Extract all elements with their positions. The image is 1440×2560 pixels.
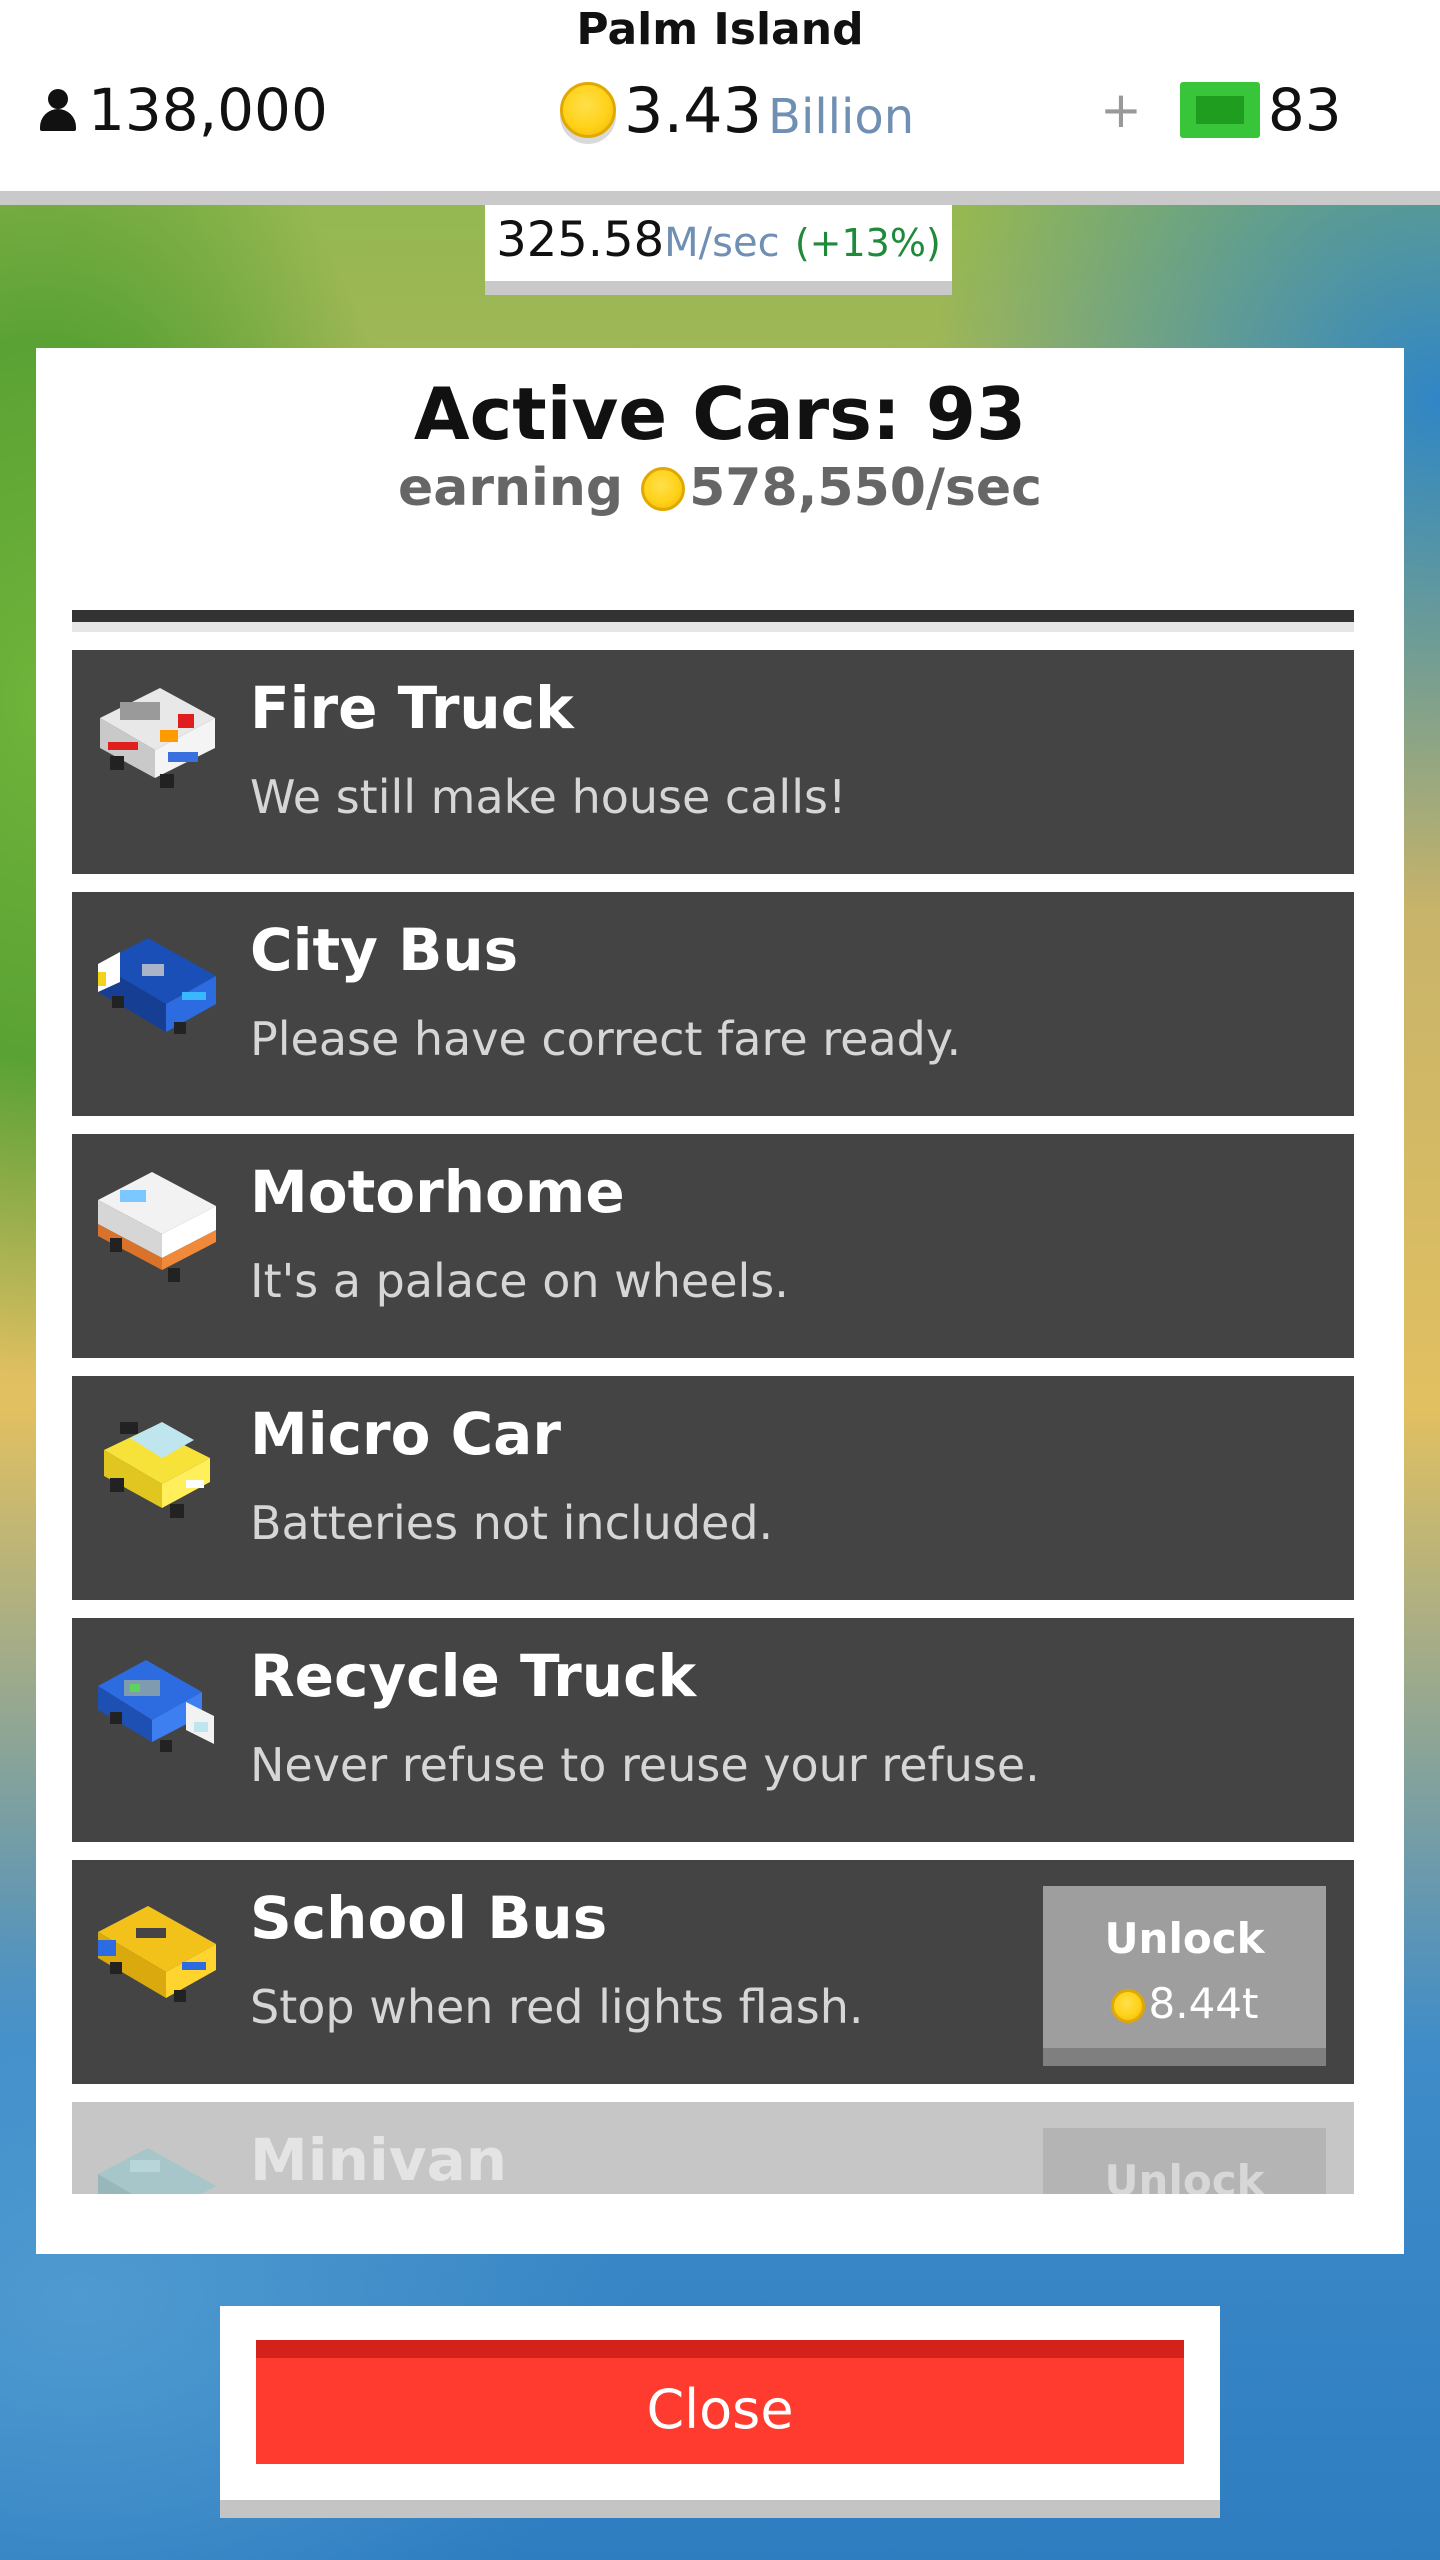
- city-bus-icon: [98, 938, 216, 1034]
- panel-title: Active Cars: 93: [413, 372, 1027, 456]
- car-name: Micro Car: [250, 1400, 561, 1468]
- unlock-cost: 8.44t: [1043, 1979, 1326, 2028]
- unlock-button[interactable]: Unlock: [1043, 2128, 1326, 2194]
- car-row-minivan[interactable]: Minivan Unlock: [72, 2102, 1354, 2194]
- car-name: School Bus: [250, 1884, 608, 1952]
- rate-value: 325.58: [496, 212, 665, 268]
- car-row-city-bus[interactable]: City Bus Please have correct fare ready.: [72, 892, 1354, 1116]
- fire-truck-icon: [100, 688, 215, 788]
- car-description: Please have correct fare ready.: [250, 1012, 962, 1066]
- car-description: Never refuse to reuse your refuse.: [250, 1738, 1040, 1792]
- rate-unit: M/sec: [664, 220, 780, 266]
- car-row-recycle-truck[interactable]: Recycle Truck Never refuse to reuse your…: [72, 1618, 1354, 1842]
- unlock-label: Unlock: [1104, 1914, 1265, 1963]
- car-description: It's a palace on wheels.: [250, 1254, 789, 1308]
- recycle-truck-icon: [98, 1660, 214, 1752]
- unlock-cost-value: 8.44t: [1148, 1979, 1259, 2028]
- car-name: City Bus: [250, 916, 519, 984]
- money-value: 3.43: [624, 73, 763, 147]
- school-bus-icon: [98, 1906, 216, 2002]
- rate-bonus: (+13%): [794, 221, 941, 265]
- population-icon: [36, 85, 80, 135]
- car-list[interactable]: Fire Truck We still make house calls! Ci…: [72, 610, 1354, 2194]
- coin-icon: [641, 467, 686, 511]
- income-rate: 325.58M/sec (+13%): [485, 205, 952, 295]
- micro-car-icon: [104, 1422, 210, 1518]
- car-name: Recycle Truck: [250, 1642, 697, 1710]
- car-description: Batteries not included.: [250, 1496, 774, 1550]
- population-stat: 138,000: [36, 70, 328, 150]
- car-row-school-bus[interactable]: School Bus Stop when red lights flash. U…: [72, 1860, 1354, 2084]
- cash-stat[interactable]: + 83: [1100, 70, 1342, 150]
- close-container: Close: [220, 2306, 1220, 2518]
- top-hud: Palm Island 138,000 3.43 Billion + 83: [0, 0, 1440, 205]
- cash-value: 83: [1267, 76, 1342, 144]
- earning-value: 578,550/sec: [689, 458, 1042, 518]
- car-row-micro-car[interactable]: Micro Car Batteries not included.: [72, 1376, 1354, 1600]
- unlock-button[interactable]: Unlock 8.44t: [1043, 1886, 1326, 2066]
- coin-icon: [560, 82, 616, 138]
- car-row-motorhome[interactable]: Motorhome It's a palace on wheels.: [72, 1134, 1354, 1358]
- island-name[interactable]: Palm Island: [0, 4, 1440, 55]
- earning-line: earning 578,550/sec: [36, 458, 1404, 518]
- add-cash-button[interactable]: +: [1100, 81, 1142, 139]
- cash-icon: [1179, 82, 1260, 138]
- money-unit: Billion: [768, 89, 915, 145]
- active-cars-panel: Active Cars: 93 earning 578,550/sec Fire …: [36, 348, 1404, 2254]
- coin-icon: [1110, 1989, 1145, 2023]
- car-name: Motorhome: [250, 1158, 625, 1226]
- unlock-label: Unlock: [1104, 2156, 1265, 2194]
- earning-label: earning: [398, 458, 624, 518]
- car-row-fire-truck[interactable]: Fire Truck We still make house calls!: [72, 650, 1354, 874]
- car-name: Fire Truck: [250, 674, 574, 742]
- money-stat: 3.43 Billion: [560, 70, 914, 150]
- population-value: 138,000: [88, 76, 328, 144]
- car-description: Stop when red lights flash.: [250, 1980, 864, 2034]
- motorhome-icon: [98, 1172, 216, 1282]
- car-name: Minivan: [250, 2126, 508, 2194]
- list-divider: [72, 610, 1354, 632]
- car-description: We still make house calls!: [250, 770, 847, 824]
- close-button[interactable]: Close: [256, 2340, 1184, 2464]
- minivan-icon: [98, 2148, 216, 2194]
